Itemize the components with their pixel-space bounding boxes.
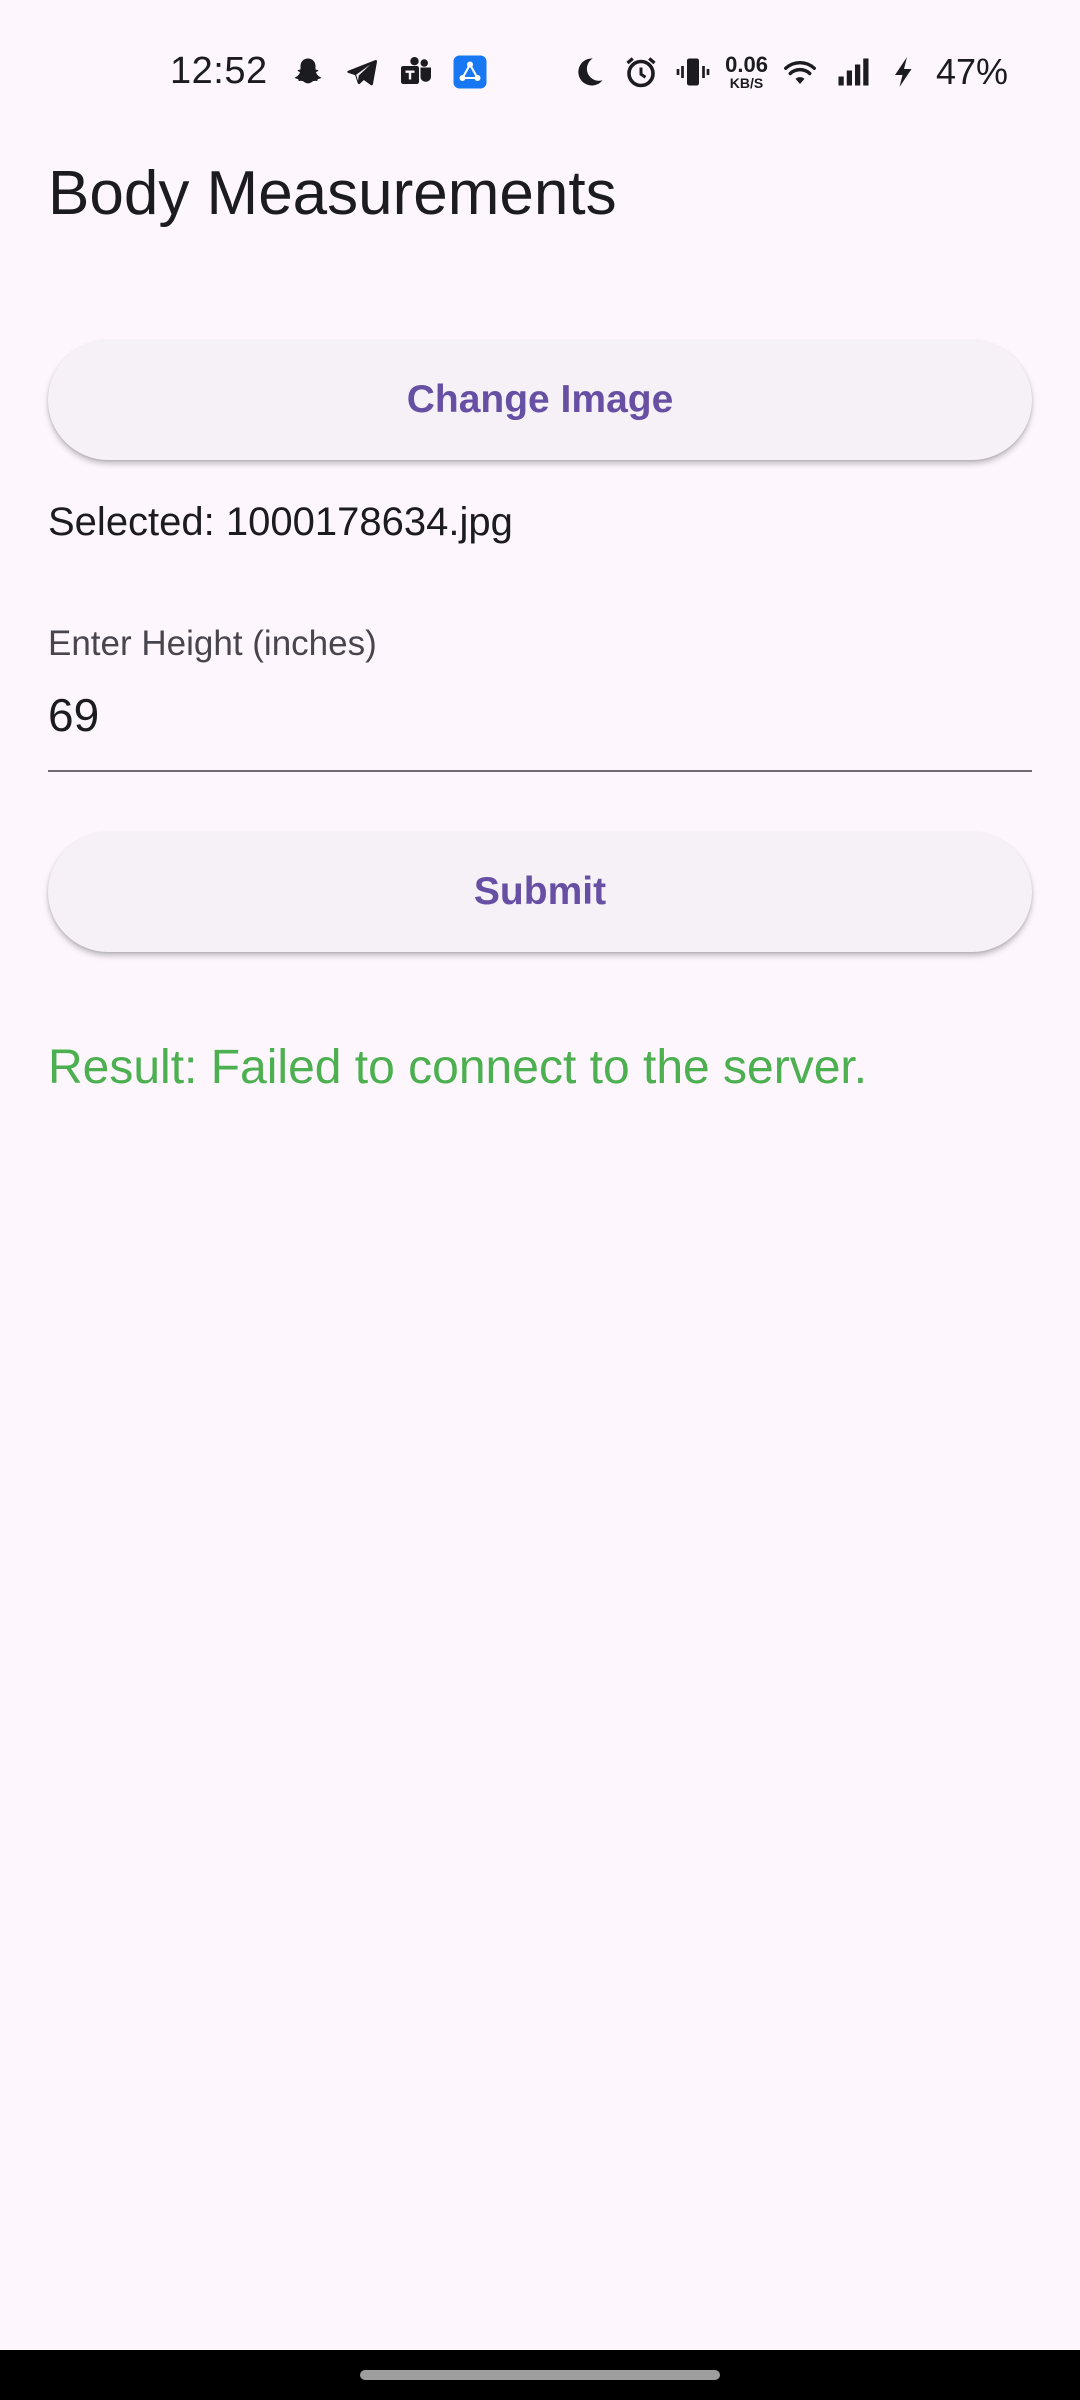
telegram-icon <box>342 52 382 92</box>
screen: 12:52 0.06 KB/S 47% Body Measurements Ch… <box>0 0 1080 2400</box>
status-bar: 12:52 0.06 KB/S 47% <box>0 0 1080 140</box>
selected-file-text: Selected: 1000178634.jpg <box>48 500 513 544</box>
home-handle[interactable] <box>360 2370 720 2380</box>
moon-icon <box>569 52 609 92</box>
vibrate-icon <box>673 52 713 92</box>
height-field-label: Enter Height (inches) <box>48 624 377 663</box>
change-image-button[interactable]: Change Image <box>48 340 1032 460</box>
result-message: Result: Failed to connect to the server. <box>48 1041 868 1094</box>
height-field[interactable]: Enter Height (inches) <box>48 618 1032 772</box>
network-speed: 0.06 KB/S <box>725 52 768 91</box>
signal-icon <box>832 52 872 92</box>
navigation-bar <box>0 2350 1080 2400</box>
system-icons: 0.06 KB/S 47% <box>569 50 1008 94</box>
battery-percentage: 47% <box>935 51 1008 92</box>
snapchat-icon <box>288 52 328 92</box>
app-icon <box>450 52 490 92</box>
alarm-icon <box>621 52 661 92</box>
submit-button[interactable]: Submit <box>48 832 1032 952</box>
page-title: Body Measurements <box>48 159 617 228</box>
wifi-icon <box>780 52 820 92</box>
charging-icon <box>884 52 924 92</box>
teams-icon <box>396 52 436 92</box>
height-input[interactable] <box>48 680 1032 750</box>
status-time: 12:52 <box>170 50 268 92</box>
notification-icons <box>288 52 490 92</box>
